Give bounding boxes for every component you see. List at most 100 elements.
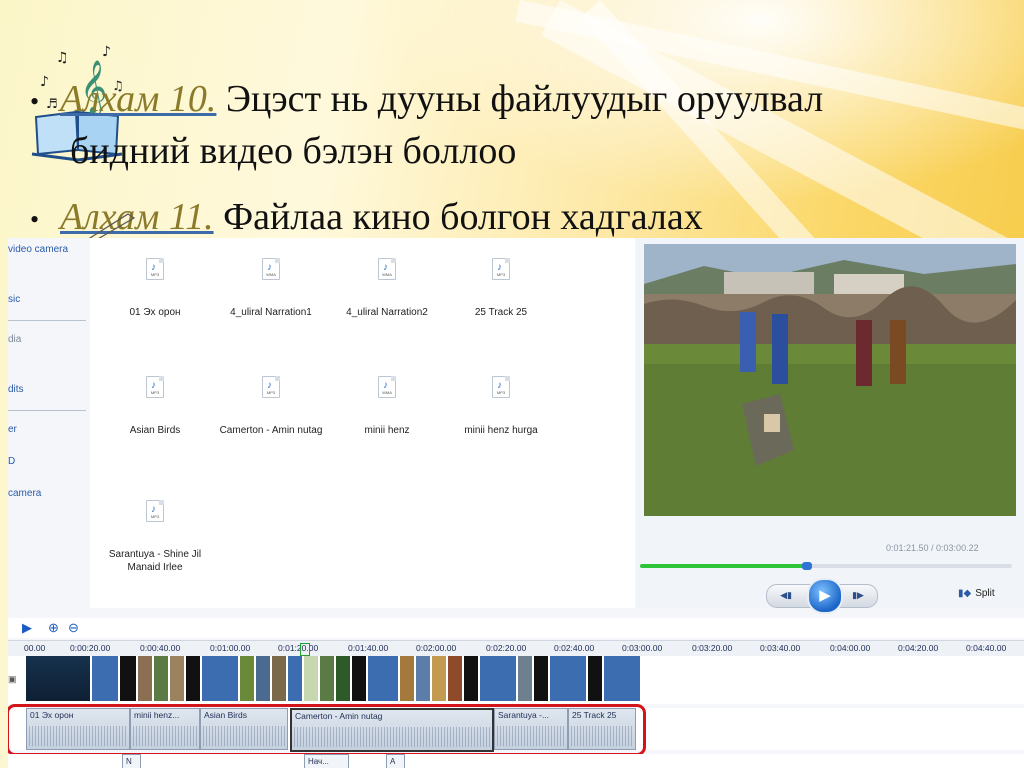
- svg-text:♫: ♫: [56, 50, 69, 66]
- next-frame-button[interactable]: ▮▶: [847, 589, 869, 601]
- split-icon: ▮◆: [958, 588, 972, 599]
- previous-frame-button[interactable]: ◀▮: [775, 589, 797, 601]
- file-item[interactable]: ♪ MP3 Asian Birds: [100, 376, 210, 437]
- video-clip[interactable]: [120, 656, 138, 701]
- file-name: 4_uliral Narration1: [230, 307, 312, 318]
- audio-file-icon: ♪ MP3: [262, 376, 280, 398]
- file-item[interactable]: ♪ MP3 Sarantuya - Shine Jil Manaid Irlee: [100, 500, 210, 574]
- video-clip[interactable]: [272, 656, 288, 701]
- playhead[interactable]: [300, 643, 310, 656]
- video-clip[interactable]: [448, 656, 464, 701]
- ruler-tick: 0:02:20.00: [486, 643, 527, 653]
- ruler-tick: 0:03:00.00: [622, 643, 663, 653]
- caption-track: N Нач... A: [8, 754, 1024, 768]
- step-10-label: Алхам 10.: [60, 78, 217, 120]
- audio-file-icon: ♪ MP3: [492, 258, 510, 280]
- file-item[interactable]: ♪ WMA 4_uliral Narration2: [332, 258, 442, 319]
- file-item[interactable]: ♪ MP3 Camerton - Amin nutag: [216, 376, 326, 437]
- split-button[interactable]: ▮◆ Split: [958, 588, 995, 599]
- ruler-tick: 0:04:00.00: [830, 643, 871, 653]
- video-clip[interactable]: [170, 656, 186, 701]
- audio-file-icon: ♪ MP3: [146, 376, 164, 398]
- pencil-icon: [88, 213, 136, 240]
- seek-bar[interactable]: [640, 562, 1012, 570]
- video-clip[interactable]: [464, 656, 480, 701]
- video-clip[interactable]: [288, 656, 304, 701]
- caption-clip[interactable]: A: [386, 754, 405, 768]
- seek-progress: [640, 564, 808, 568]
- video-clip[interactable]: [26, 656, 92, 701]
- file-name: Asian Birds: [129, 425, 181, 436]
- ruler-tick: 0:04:20.00: [898, 643, 939, 653]
- file-item[interactable]: ♪ WMA minii henz: [332, 376, 442, 437]
- time-readout: 0:01:21.50 / 0:03:00.22: [886, 543, 979, 553]
- video-clip[interactable]: [304, 656, 320, 701]
- bullet-dot: •: [30, 205, 40, 235]
- video-clip[interactable]: [202, 656, 240, 701]
- video-clip[interactable]: [400, 656, 416, 701]
- audio-file-browser: ♪ MP3 01 Эх орон ♪ WMA 4_uliral Narration1…: [90, 238, 635, 608]
- zoom-in-icon[interactable]: ⊕: [48, 620, 59, 636]
- video-clip[interactable]: [256, 656, 272, 701]
- video-clip[interactable]: [480, 656, 518, 701]
- file-item[interactable]: ♪ MP3 25 Track 25: [446, 258, 556, 319]
- nav-item-music[interactable]: sic: [8, 294, 20, 305]
- file-name: minii henz: [364, 425, 410, 436]
- ruler-tick: 0:00:20.00: [70, 643, 111, 653]
- video-clip[interactable]: [92, 656, 120, 701]
- video-clip[interactable]: [352, 656, 368, 701]
- video-clip[interactable]: [368, 656, 400, 701]
- file-name: minii henz hurga: [464, 425, 538, 436]
- audio-file-icon: ♪ MP3: [492, 376, 510, 398]
- bullet-step-10: • Алхам 10. Эцэст нь дууны файлуудыг оруу…: [30, 76, 823, 125]
- timeline-toolbar: ▶ ⊕ ⊖: [8, 618, 1024, 638]
- video-clip[interactable]: [320, 656, 336, 701]
- play-button[interactable]: ▶: [807, 578, 843, 614]
- zoom-out-icon[interactable]: ⊖: [68, 620, 79, 636]
- play-timeline-icon[interactable]: ▶: [22, 620, 32, 636]
- ruler-tick: 00.00: [24, 643, 46, 653]
- file-item[interactable]: ♪ WMA 4_uliral Narration1: [216, 258, 326, 319]
- caption-clip[interactable]: Нач...: [304, 754, 349, 768]
- video-clip[interactable]: [518, 656, 534, 701]
- nav-item-computer[interactable]: er: [8, 424, 17, 435]
- svg-text:♪: ♪: [102, 44, 111, 60]
- audio-file-icon: ♪ MP3: [146, 500, 164, 522]
- ruler-tick: 0:01:00.00: [210, 643, 251, 653]
- nav-item-credits[interactable]: dits: [8, 384, 24, 395]
- video-clip[interactable]: [588, 656, 604, 701]
- split-label: Split: [975, 588, 995, 599]
- ruler-tick: 0:03:40.00: [760, 643, 801, 653]
- video-clip[interactable]: [550, 656, 588, 701]
- nav-item-media[interactable]: dia: [8, 334, 21, 345]
- ruler-tick: 0:02:00.00: [416, 643, 457, 653]
- nav-item-camera[interactable]: camera: [8, 488, 41, 499]
- file-name: 01 Эх орон: [129, 307, 181, 318]
- file-name: 4_uliral Narration2: [346, 307, 428, 318]
- video-clip[interactable]: [240, 656, 256, 701]
- video-preview: [644, 244, 1016, 516]
- video-clip[interactable]: [416, 656, 432, 701]
- slide-text: 𝄞 ♫ ♪ ♪ ♫ ♬ • Алхам 10. Эцэст нь дууны фа…: [0, 0, 1024, 240]
- video-clip[interactable]: [336, 656, 352, 701]
- audio-file-icon: ♪ MP3: [146, 258, 164, 280]
- file-name: Sarantuya - Shine Jil Manaid Irlee: [108, 549, 202, 573]
- ruler-tick: 0:04:40.00: [966, 643, 1007, 653]
- nav-divider: [8, 320, 86, 321]
- video-clip[interactable]: [138, 656, 154, 701]
- nav-item-video-camera[interactable]: video camera: [8, 244, 68, 255]
- left-nav-panel: video camera sic dia dits er D camera: [8, 238, 88, 608]
- video-clip[interactable]: [432, 656, 448, 701]
- file-item[interactable]: ♪ MP3 01 Эх орон: [100, 258, 210, 319]
- video-clip[interactable]: [154, 656, 170, 701]
- nav-item-dvd[interactable]: D: [8, 456, 15, 467]
- video-clip[interactable]: [186, 656, 202, 701]
- seek-thumb[interactable]: [802, 562, 813, 570]
- video-clip[interactable]: [604, 656, 642, 701]
- video-clip[interactable]: [534, 656, 550, 701]
- caption-clip[interactable]: N: [122, 754, 141, 768]
- movie-maker-window: video camera sic dia dits er D camera ♪ M…: [8, 238, 1024, 768]
- file-item[interactable]: ♪ MP3 minii henz hurga: [446, 376, 556, 437]
- bullet-dot: •: [30, 87, 40, 117]
- audio-file-icon: ♪ WMA: [262, 258, 280, 280]
